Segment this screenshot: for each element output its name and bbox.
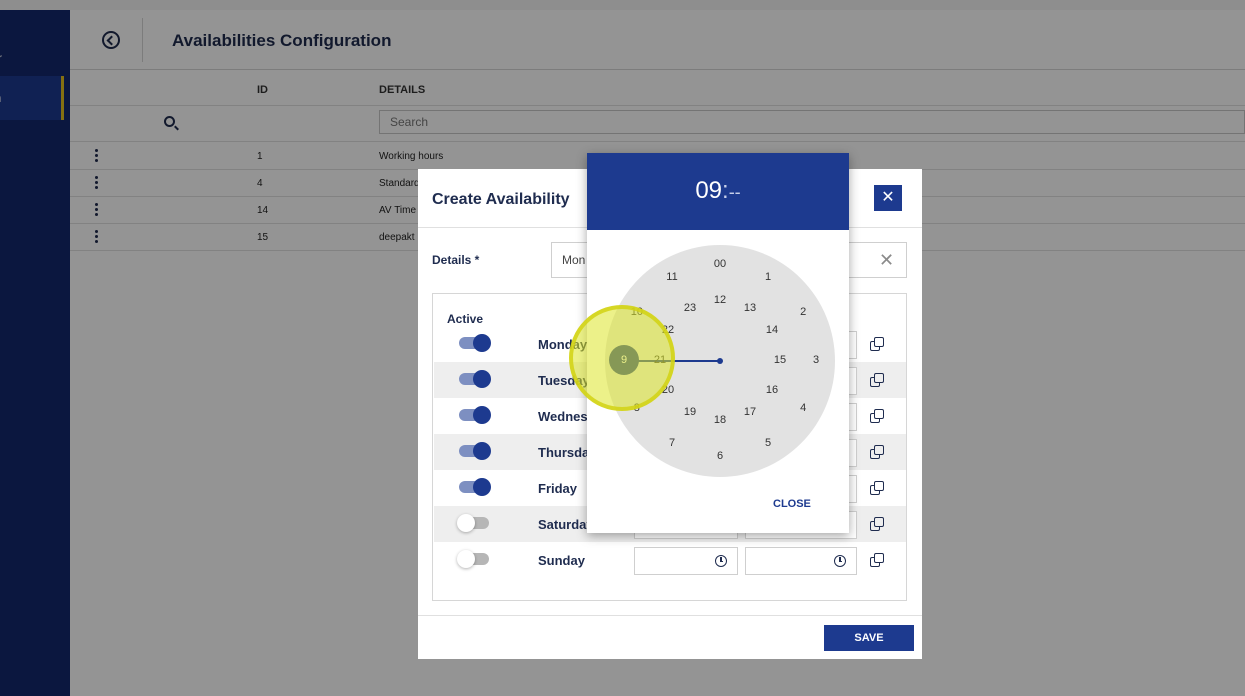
hour-number[interactable]: 18	[710, 414, 730, 426]
copy-icon[interactable]	[870, 373, 884, 387]
click-highlight	[569, 305, 675, 411]
clock-icon[interactable]	[834, 555, 846, 567]
active-toggle[interactable]	[459, 478, 491, 496]
dialog-close-button[interactable]: ✕	[874, 185, 902, 211]
toggle-knob	[457, 514, 475, 532]
active-toggle[interactable]	[459, 406, 491, 424]
hour-number[interactable]: 7	[662, 437, 682, 449]
day-row: Sunday	[434, 542, 906, 578]
day-label: Friday	[538, 481, 578, 496]
start-time-input[interactable]	[634, 547, 738, 575]
hour-number[interactable]: 19	[680, 406, 700, 418]
details-label: Details *	[432, 253, 480, 267]
hour-number[interactable]: 11	[662, 271, 682, 283]
copy-icon[interactable]	[870, 445, 884, 459]
time-separator: :	[722, 177, 729, 204]
divider	[418, 615, 922, 616]
toggle-knob	[473, 442, 491, 460]
toggle-knob	[473, 406, 491, 424]
clock-icon[interactable]	[715, 555, 727, 567]
active-toggle[interactable]	[459, 334, 491, 352]
dialog-title: Create Availability	[432, 191, 570, 208]
time-display: 09:--	[587, 177, 849, 205]
hour-number[interactable]: 14	[762, 324, 782, 336]
active-toggle[interactable]	[459, 442, 491, 460]
hour-number[interactable]: 16	[762, 384, 782, 396]
copy-icon[interactable]	[870, 553, 884, 567]
hour-number[interactable]: 3	[806, 354, 826, 366]
hour-number[interactable]: 2	[793, 306, 813, 318]
hour-number[interactable]: 23	[680, 302, 700, 314]
copy-icon[interactable]	[870, 517, 884, 531]
hour-number[interactable]: 00	[710, 258, 730, 270]
hours-display[interactable]: 09	[695, 177, 722, 204]
clock-hand-center	[717, 358, 723, 364]
time-picker-close-button[interactable]: CLOSE	[773, 498, 811, 510]
day-label: Saturday	[538, 517, 594, 532]
copy-icon[interactable]	[870, 409, 884, 423]
hour-number[interactable]: 12	[710, 294, 730, 306]
time-picker-header: 09:--	[587, 153, 849, 230]
hour-number[interactable]: 4	[793, 402, 813, 414]
active-column-label: Active	[447, 312, 484, 326]
hour-number[interactable]: 5	[758, 437, 778, 449]
active-toggle[interactable]	[457, 514, 489, 532]
minutes-display[interactable]: --	[729, 182, 741, 202]
hour-number[interactable]: 1	[758, 271, 778, 283]
hour-number[interactable]: 15	[770, 354, 790, 366]
active-toggle[interactable]	[459, 370, 491, 388]
toggle-knob	[473, 334, 491, 352]
copy-icon[interactable]	[870, 337, 884, 351]
hour-number[interactable]: 13	[740, 302, 760, 314]
hour-number[interactable]: 17	[740, 406, 760, 418]
toggle-knob	[473, 478, 491, 496]
end-time-input[interactable]	[745, 547, 857, 575]
copy-icon[interactable]	[870, 481, 884, 495]
toggle-knob	[473, 370, 491, 388]
clear-icon[interactable]: ✕	[879, 250, 894, 271]
toggle-knob	[457, 550, 475, 568]
save-button[interactable]: SAVE	[824, 625, 914, 651]
day-label: Sunday	[538, 553, 585, 568]
hour-number[interactable]: 6	[710, 450, 730, 462]
active-toggle[interactable]	[457, 550, 489, 568]
